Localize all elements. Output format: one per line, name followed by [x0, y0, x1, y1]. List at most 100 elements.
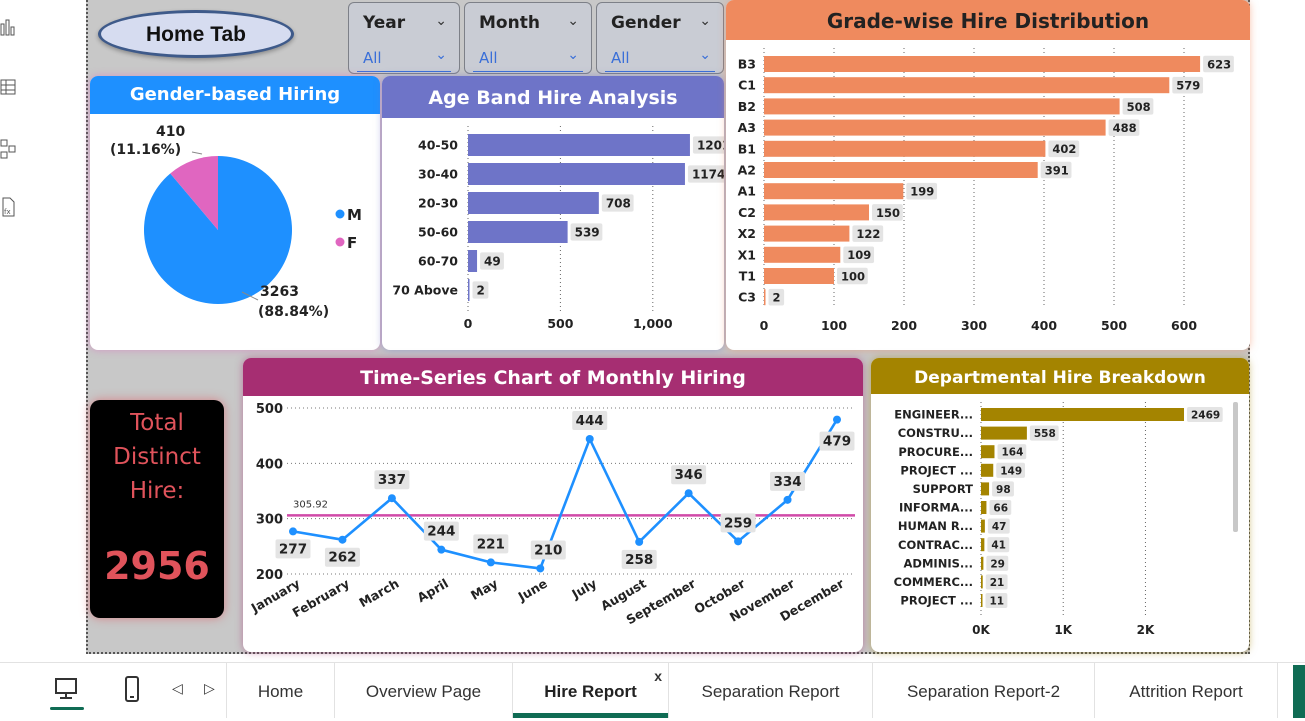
- department-card: Departmental Hire Breakdown 0K 1K 2K ENGINE…: [871, 358, 1249, 652]
- collapse-chevron-icon[interactable]: ⌄: [567, 13, 579, 29]
- data-label: 623: [1207, 57, 1231, 71]
- time-series-card-title: Time-Series Chart of Monthly Hiring: [243, 358, 863, 396]
- dax-query-icon[interactable]: fx: [0, 196, 18, 218]
- x-tick-label: May: [468, 576, 500, 603]
- vertical-scrollbar[interactable]: [1233, 402, 1238, 532]
- total-hire-kpi-card: Total Distinct Hire: 2956: [90, 400, 224, 618]
- category-label: 30-40: [418, 167, 458, 182]
- data-label: 21: [990, 577, 1005, 589]
- category-label: 50-60: [418, 225, 458, 240]
- category-label: B1: [738, 141, 756, 156]
- collapse-chevron-icon[interactable]: ⌄: [699, 13, 711, 29]
- bar: [468, 250, 478, 272]
- department-bar-chart: 0K 1K 2K ENGINEER... 2469 CONSTRU... 558 PROCUR…: [894, 402, 1223, 637]
- home-tab-label: Home Tab: [146, 23, 246, 46]
- data-point: [833, 415, 841, 424]
- data-label: 2: [773, 291, 781, 305]
- add-page-edge: [1293, 665, 1305, 718]
- data-point: [289, 527, 297, 536]
- tab-attrition-label: Attrition Report: [1129, 682, 1243, 701]
- category-label: A3: [738, 120, 756, 135]
- data-label: 41: [991, 540, 1006, 552]
- table-view-icon[interactable]: [0, 78, 18, 100]
- report-canvas: Home Tab Year ⌄ All ⌄ Month ⌄ All ⌄ Gend…: [86, 0, 1250, 654]
- desktop-view-icon[interactable]: [52, 675, 82, 705]
- bar: [981, 426, 1027, 440]
- month-slicer[interactable]: Month ⌄ All ⌄: [464, 2, 592, 74]
- category-label: COMMERC...: [894, 575, 973, 589]
- bar: [468, 221, 568, 243]
- pie-leader-f: [191, 151, 203, 155]
- tab-hire-report-label: Hire Report: [544, 682, 637, 701]
- tab-hire-report[interactable]: Hire Report x: [512, 663, 668, 718]
- year-slicer-value: All: [363, 49, 382, 67]
- dropdown-chevron-icon[interactable]: ⌄: [699, 47, 711, 63]
- page-tab-bar: ◁ ▷ Home Overview Page Hire Report x Sep…: [0, 662, 1305, 718]
- data-point: [783, 495, 792, 504]
- data-label: 259: [724, 515, 752, 531]
- model-view-icon[interactable]: [0, 138, 18, 160]
- y-tick-label: 500: [256, 402, 283, 417]
- category-label: X1: [738, 247, 756, 262]
- category-label: B3: [738, 57, 756, 72]
- month-slicer-value: All: [479, 49, 498, 67]
- data-label: 1201: [697, 139, 724, 153]
- data-label: 122: [856, 227, 880, 241]
- y-tick-label: 400: [256, 457, 283, 472]
- tab-overview-page[interactable]: Overview Page: [334, 663, 512, 718]
- x-tick-label: 300: [961, 318, 987, 333]
- x-tick-label: 2K: [1137, 623, 1155, 637]
- category-label: 40-50: [418, 138, 458, 153]
- x-tick-label: June: [515, 576, 550, 605]
- tab-separation-report[interactable]: Separation Report: [668, 663, 872, 718]
- dropdown-chevron-icon[interactable]: ⌄: [435, 47, 447, 63]
- bar: [764, 268, 834, 284]
- bar: [981, 445, 995, 459]
- tab-home-label: Home: [257, 682, 304, 701]
- tab-separation-report-2[interactable]: Separation Report-2: [872, 663, 1094, 718]
- gender-card: Gender-based Hiring 410 (11.16%) 3263 (88.8…: [90, 76, 380, 350]
- svg-text:fx: fx: [4, 208, 11, 216]
- category-label: A1: [738, 184, 756, 199]
- tab-attrition-report[interactable]: Attrition Report: [1094, 663, 1278, 718]
- x-tick-label: 400: [1031, 318, 1057, 333]
- close-tab-icon[interactable]: x: [654, 647, 662, 705]
- tab-separation-label: Separation Report: [701, 682, 840, 701]
- bar: [981, 482, 990, 496]
- data-label: 479: [823, 434, 851, 450]
- category-label: CONTRAC...: [898, 538, 973, 552]
- collapse-chevron-icon[interactable]: ⌄: [435, 13, 447, 29]
- gender-slicer-label: Gender: [611, 13, 681, 33]
- bar: [468, 134, 690, 156]
- category-label: INFORMA...: [899, 501, 973, 515]
- bar: [764, 56, 1201, 72]
- bar: [764, 204, 869, 221]
- data-label: 150: [876, 206, 900, 220]
- data-label: 244: [427, 524, 455, 540]
- data-label: 262: [328, 550, 356, 566]
- dropdown-chevron-icon[interactable]: ⌄: [567, 47, 579, 63]
- scroll-right-icon[interactable]: ▷: [204, 681, 215, 697]
- bar: [981, 408, 1185, 421]
- year-slicer[interactable]: Year ⌄ All ⌄: [348, 2, 460, 74]
- active-tab-underline: [513, 713, 668, 718]
- grade-card-title: Grade-wise Hire Distribution: [726, 0, 1250, 40]
- tab-home[interactable]: Home: [226, 663, 334, 718]
- bar: [981, 519, 985, 533]
- gender-card-title: Gender-based Hiring: [90, 76, 380, 114]
- x-tick-label: 0: [760, 318, 769, 333]
- scroll-left-icon[interactable]: ◁: [172, 681, 183, 697]
- tab-overview-label: Overview Page: [365, 682, 482, 701]
- report-view-icon[interactable]: [0, 18, 18, 40]
- home-tab-button[interactable]: Home Tab: [98, 10, 294, 58]
- pie-label-m-value: 3263: [260, 284, 299, 300]
- data-point: [585, 434, 594, 443]
- mobile-view-icon[interactable]: [120, 675, 144, 705]
- age-card: Age Band Hire Analysis 0 500 1,000 40-50 120…: [382, 76, 724, 350]
- data-label: 558: [1034, 428, 1056, 440]
- bar: [764, 225, 850, 242]
- bar: [981, 575, 983, 589]
- x-tick-label: 600: [1171, 318, 1197, 333]
- category-label: X2: [738, 226, 756, 241]
- gender-slicer[interactable]: Gender ⌄ All ⌄: [596, 2, 724, 74]
